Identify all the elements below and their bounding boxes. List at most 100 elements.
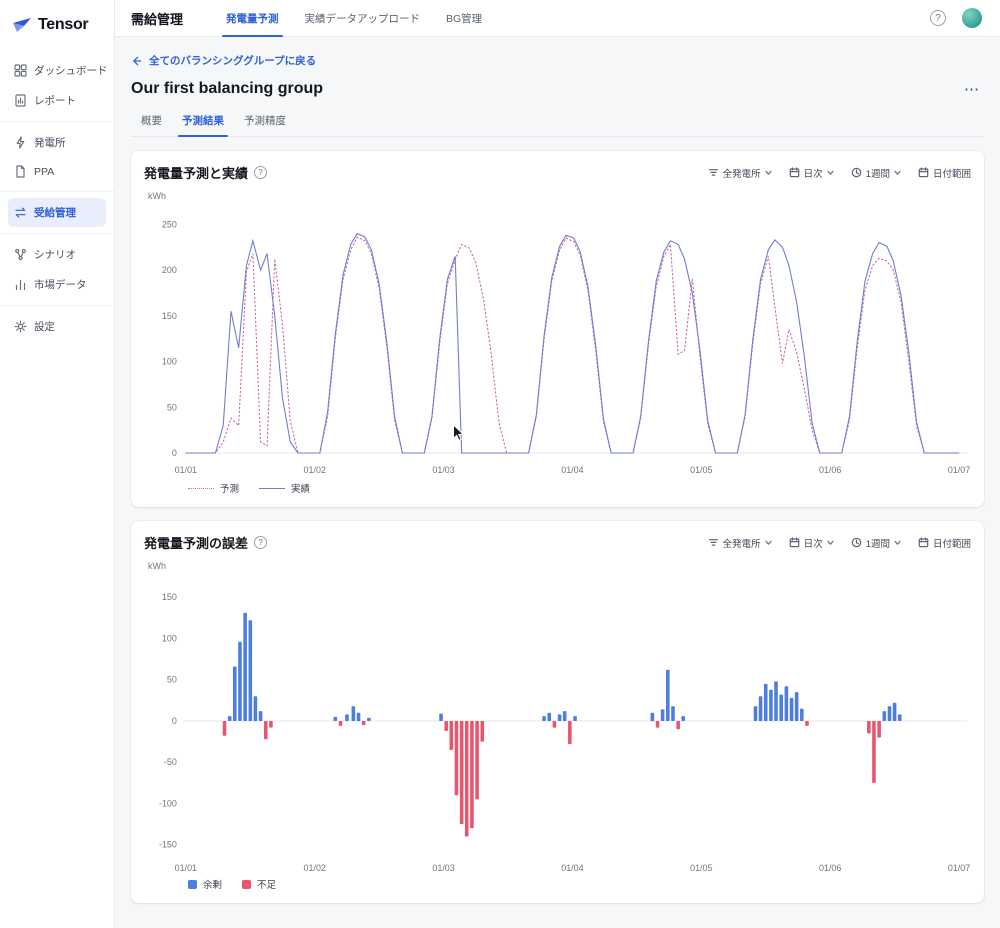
余剰-bar	[888, 706, 892, 721]
control-日次[interactable]: 日次	[789, 166, 834, 180]
余剰-bar	[681, 716, 685, 721]
余剰-bar	[898, 714, 902, 721]
unit-label: kWh	[148, 561, 971, 571]
page-content: 全てのバランシンググループに戻る Our first balancing gro…	[115, 37, 1000, 928]
svg-text:0: 0	[172, 448, 177, 458]
不足-bar	[475, 721, 479, 799]
control-label: 1週間	[866, 536, 890, 550]
sidebar-item[interactable]: シナリオ	[8, 240, 106, 269]
scenario-icon	[14, 248, 27, 261]
control-全発電所[interactable]: 全発電所	[708, 166, 772, 180]
sidebar-group: シナリオ市場データ	[0, 233, 114, 305]
svg-text:01/02: 01/02	[304, 465, 326, 475]
svg-text:01/06: 01/06	[819, 465, 841, 475]
legend-label: 不足	[257, 877, 276, 891]
avatar[interactable]	[962, 8, 982, 28]
legend-swatch-icon	[242, 880, 251, 889]
sidebar-item[interactable]: ダッシュボード	[8, 56, 106, 85]
sidebar-item-label: 設定	[34, 319, 55, 334]
toptab-BG管理[interactable]: BG管理	[433, 0, 495, 36]
余剰-bar	[238, 642, 242, 721]
logo-text: Tensor	[38, 16, 88, 34]
余剰-bar	[243, 613, 247, 721]
card-header: 発電量予測の誤差 ? 全発電所日次1週間日付範囲	[144, 533, 971, 552]
toptab-実績データアップロード[interactable]: 実績データアップロード	[292, 0, 434, 36]
svg-text:01/04: 01/04	[561, 863, 583, 873]
sidebar-item[interactable]: 受給管理	[8, 198, 106, 227]
topbar-tabs: 発電量予測実績データアップロードBG管理	[213, 0, 495, 36]
svg-text:50: 50	[167, 402, 177, 412]
sidebar-group: 発電所 PPA	[0, 121, 114, 191]
余剰-bar	[671, 706, 675, 721]
forecast-actual-chart: 05010015020025001/0101/0201/0301/0401/05…	[144, 201, 971, 481]
legend-item-不足: 不足	[242, 877, 276, 891]
sidebar-item-label: ダッシュボード	[34, 63, 108, 78]
control-label: 全発電所	[723, 166, 761, 180]
svg-text:100: 100	[162, 357, 177, 367]
clock-icon	[851, 167, 862, 178]
sidebar-item[interactable]: 設定	[8, 312, 106, 341]
back-link[interactable]: 全てのバランシンググループに戻る	[131, 53, 316, 68]
sidebar-item-label: 発電所	[34, 135, 66, 150]
control-日付範囲[interactable]: 日付範囲	[918, 166, 971, 180]
不足-bar	[470, 721, 474, 828]
supply-icon	[14, 206, 27, 219]
card-title-text: 発電量予測と実績	[144, 163, 248, 182]
control-1週間[interactable]: 1週間	[851, 536, 901, 550]
filter-icon	[708, 167, 719, 178]
余剰-bar	[651, 713, 655, 721]
calendar-icon	[789, 167, 800, 178]
caret-down-icon	[894, 540, 901, 546]
topbar: 需給管理 発電量予測実績データアップロードBG管理 ?	[115, 0, 1000, 37]
svg-text:150: 150	[162, 592, 177, 602]
help-icon[interactable]: ?	[254, 536, 267, 549]
control-日付範囲[interactable]: 日付範囲	[918, 536, 971, 550]
pagetab-予測結果[interactable]: 予測結果	[172, 107, 234, 136]
report-icon	[14, 94, 27, 107]
pagetab-予測精度[interactable]: 予測精度	[234, 107, 296, 136]
chart-legend: 余剰不足	[188, 877, 971, 891]
不足-bar	[480, 721, 484, 742]
clock-icon	[851, 537, 862, 548]
toptab-発電量予測[interactable]: 発電量予測	[213, 0, 292, 36]
sidebar-item[interactable]: PPA	[8, 158, 106, 185]
calendar-icon	[918, 167, 929, 178]
sidebar-item[interactable]: 市場データ	[8, 270, 106, 299]
help-icon[interactable]: ?	[254, 166, 267, 179]
余剰-bar	[249, 620, 253, 721]
arrow-left-icon	[131, 55, 143, 67]
余剰-bar	[352, 706, 356, 721]
svg-text:-150: -150	[159, 840, 177, 850]
余剰-bar	[764, 684, 768, 721]
余剰-bar	[769, 690, 773, 721]
main-area: 需給管理 発電量予測実績データアップロードBG管理 ? 全てのバランシンググルー…	[115, 0, 1000, 928]
sidebar-item[interactable]: レポート	[8, 86, 106, 115]
svg-text:01/07: 01/07	[948, 465, 970, 475]
legend-item-予測: 予測	[188, 481, 239, 495]
svg-text:200: 200	[162, 265, 177, 275]
svg-text:50: 50	[167, 675, 177, 685]
不足-bar	[465, 721, 469, 837]
pagetab-概要[interactable]: 概要	[131, 107, 172, 136]
不足-bar	[568, 721, 572, 744]
余剰-bar	[759, 696, 763, 721]
control-1週間[interactable]: 1週間	[851, 166, 901, 180]
不足-bar	[872, 721, 876, 783]
legend-label: 予測	[220, 481, 239, 495]
chart-controls: 全発電所 日次 1週間 日付範囲	[708, 536, 971, 550]
sidebar-item-label: PPA	[34, 166, 54, 178]
control-全発電所[interactable]: 全発電所	[708, 536, 772, 550]
control-label: 日次	[804, 536, 823, 550]
caret-down-icon	[894, 170, 901, 176]
sidebar-item[interactable]: 発電所	[8, 128, 106, 157]
caret-down-icon	[827, 170, 834, 176]
more-options-button[interactable]: ⋯	[960, 80, 984, 98]
sidebar-nav: ダッシュボードレポート発電所 PPA 受給管理シナリオ市場データ設定	[0, 50, 114, 347]
余剰-bar	[754, 706, 758, 721]
help-icon[interactable]: ?	[930, 10, 946, 26]
余剰-bar	[439, 714, 443, 721]
control-日次[interactable]: 日次	[789, 536, 834, 550]
page-title-row: Our first balancing group ⋯	[131, 80, 984, 98]
余剰-bar	[661, 709, 665, 721]
forecast-error-chart: 150100500-50-100-15001/0101/0201/0301/04…	[144, 571, 971, 877]
